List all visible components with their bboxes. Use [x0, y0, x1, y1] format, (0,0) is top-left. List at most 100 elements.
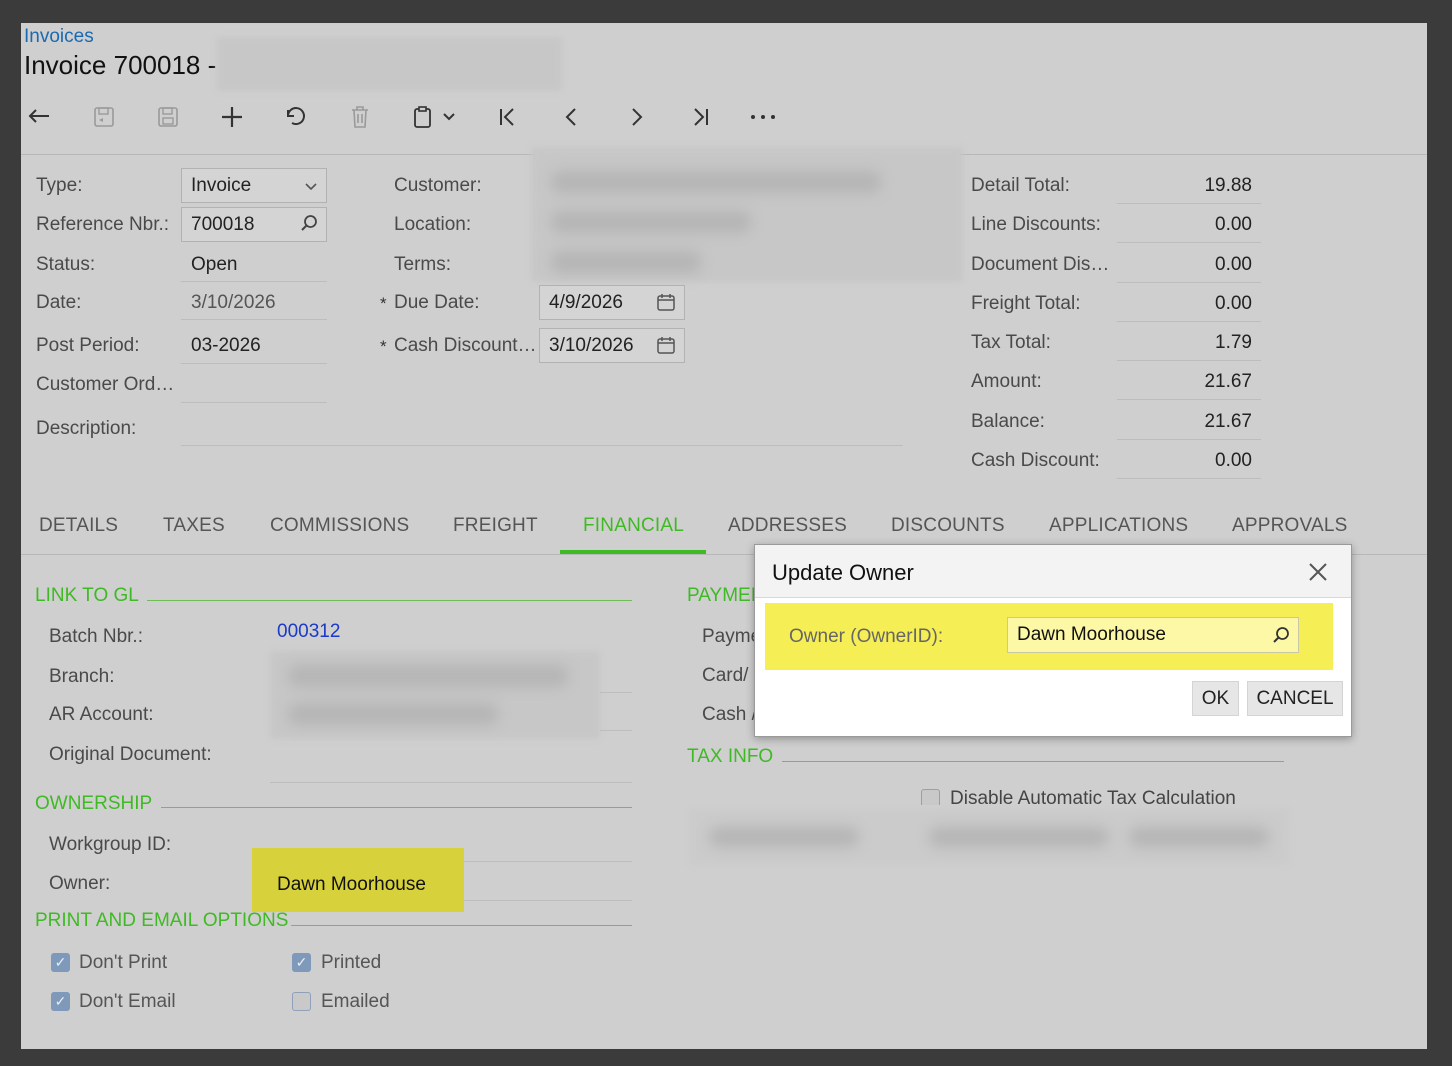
- line-discounts-label: Line Discounts:: [971, 214, 1101, 235]
- customer-order-field[interactable]: [181, 369, 327, 403]
- original-document-field: [270, 747, 632, 783]
- payment-method-label: Payme: [702, 626, 762, 647]
- post-period-label: Post Period:: [36, 335, 140, 356]
- terms-label: Terms:: [394, 254, 451, 275]
- search-icon[interactable]: [300, 214, 318, 237]
- previous-icon[interactable]: [554, 101, 590, 133]
- next-icon[interactable]: [618, 101, 654, 133]
- description-label: Description:: [36, 418, 137, 439]
- tab-taxes[interactable]: TAXES: [163, 515, 225, 537]
- dont-print-checkbox[interactable]: ✓: [51, 953, 70, 972]
- description-field[interactable]: [181, 411, 903, 446]
- emailed-checkbox[interactable]: [292, 992, 311, 1011]
- original-document-label: Original Document:: [49, 744, 212, 765]
- customer-details-redacted: [531, 147, 963, 282]
- section-line: [291, 925, 632, 926]
- close-icon[interactable]: [1307, 555, 1329, 590]
- copy-paste-icon[interactable]: [406, 101, 462, 133]
- branch-field-line: [600, 657, 632, 693]
- section-line: [147, 600, 632, 601]
- tax-zone-redacted: [689, 809, 1289, 865]
- cash-discount-date-input[interactable]: 3/10/2026: [539, 328, 685, 363]
- search-icon[interactable]: [1272, 626, 1290, 650]
- tab-financial[interactable]: FINANCIAL: [583, 515, 684, 537]
- dont-email-checkbox[interactable]: ✓: [51, 992, 70, 1011]
- due-date-label: Due Date:: [380, 292, 479, 314]
- customer-name-redacted: [217, 37, 562, 91]
- add-icon[interactable]: [214, 101, 250, 133]
- delete-icon: [342, 101, 378, 133]
- owner-label: Owner:: [49, 873, 111, 894]
- tab-freight[interactable]: FREIGHT: [453, 515, 538, 537]
- detail-total-label: Detail Total:: [971, 175, 1070, 196]
- update-owner-dialog: Update Owner Owner (OwnerID): Dawn Moorh…: [754, 544, 1352, 737]
- calendar-icon[interactable]: [656, 335, 676, 360]
- section-line: [782, 761, 1284, 762]
- type-value: Invoice: [191, 174, 252, 196]
- emailed-label: Emailed: [321, 991, 390, 1012]
- back-icon[interactable]: [22, 101, 58, 133]
- workgroup-id-label: Workgroup ID:: [49, 834, 172, 855]
- disable-tax-checkbox[interactable]: [921, 789, 940, 805]
- tab-applications[interactable]: APPLICATIONS: [1049, 515, 1188, 537]
- dont-email-label: Don't Email: [79, 991, 176, 1012]
- section-line: [161, 807, 632, 808]
- status-label: Status:: [36, 254, 96, 275]
- reference-nbr-input[interactable]: 700018: [181, 207, 327, 242]
- tab-addresses[interactable]: ADDRESSES: [728, 515, 847, 537]
- ok-button[interactable]: OK: [1192, 681, 1239, 716]
- ownership-header: OWNERSHIP: [35, 793, 153, 814]
- card-account-label: Card/: [702, 665, 749, 686]
- dialog-owner-input[interactable]: Dawn Moorhouse: [1007, 617, 1299, 653]
- document-discount-label: Document Dis…: [971, 254, 1110, 275]
- chevron-down-icon: [304, 176, 318, 197]
- print-email-header: PRINT AND EMAIL OPTIONS: [35, 910, 289, 931]
- amount-label: Amount:: [971, 371, 1042, 392]
- cash-discount-date-value: 3/10/2026: [549, 334, 634, 356]
- more-icon[interactable]: [745, 101, 781, 133]
- detail-total-value: 19.88: [1117, 168, 1261, 204]
- dialog-owner-label: Owner (OwnerID):: [789, 626, 944, 647]
- calendar-icon[interactable]: [656, 292, 676, 317]
- type-label: Type:: [36, 175, 83, 196]
- active-tab-indicator: [560, 550, 706, 554]
- tab-approvals[interactable]: APPROVALS: [1232, 515, 1348, 537]
- location-label: Location:: [394, 214, 472, 235]
- dont-print-label: Don't Print: [79, 952, 168, 973]
- first-icon[interactable]: [490, 101, 526, 133]
- line-discounts-value: 0.00: [1117, 207, 1261, 243]
- tab-discounts[interactable]: DISCOUNTS: [891, 515, 1005, 537]
- batch-nbr-link[interactable]: 000312: [277, 621, 340, 643]
- tab-details[interactable]: DETAILS: [39, 515, 118, 537]
- freight-total-value: 0.00: [1117, 286, 1261, 322]
- type-select[interactable]: Invoice: [181, 168, 327, 203]
- last-icon[interactable]: [682, 101, 718, 133]
- tax-info-header: TAX INFO: [687, 746, 774, 767]
- balance-label: Balance:: [971, 411, 1045, 432]
- breadcrumb[interactable]: Invoices: [24, 26, 94, 48]
- printed-checkbox[interactable]: ✓: [292, 953, 311, 972]
- owner-field-line: [464, 865, 632, 901]
- disable-tax-label: Disable Automatic Tax Calculation: [950, 788, 1236, 805]
- document-discount-value: 0.00: [1117, 247, 1261, 283]
- balance-value: 21.67: [1117, 404, 1261, 440]
- due-date-input[interactable]: 4/9/2026: [539, 285, 685, 320]
- cash-discount-date-label: Cash Discount…: [380, 335, 537, 357]
- printed-label: Printed: [321, 952, 382, 973]
- cancel-button[interactable]: CANCEL: [1247, 681, 1343, 716]
- tax-total-label: Tax Total:: [971, 332, 1051, 353]
- post-period-value: 03-2026: [181, 328, 327, 364]
- dialog-title: Update Owner: [772, 560, 914, 585]
- tab-commissions[interactable]: COMMISSIONS: [270, 515, 409, 537]
- owner-value[interactable]: Dawn Moorhouse: [277, 874, 426, 896]
- save-icon: [150, 101, 186, 133]
- undo-icon[interactable]: [278, 101, 314, 133]
- customer-label: Customer:: [394, 175, 482, 196]
- date-value: 3/10/2026: [181, 285, 327, 320]
- cash-discount-label: Cash Discount:: [971, 450, 1100, 471]
- branch-account-redacted: [270, 651, 600, 739]
- reference-nbr-label: Reference Nbr.:: [36, 214, 170, 235]
- reference-nbr-value: 700018: [191, 213, 255, 235]
- ar-account-label: AR Account:: [49, 704, 154, 725]
- cash-discount-value: 0.00: [1117, 443, 1261, 479]
